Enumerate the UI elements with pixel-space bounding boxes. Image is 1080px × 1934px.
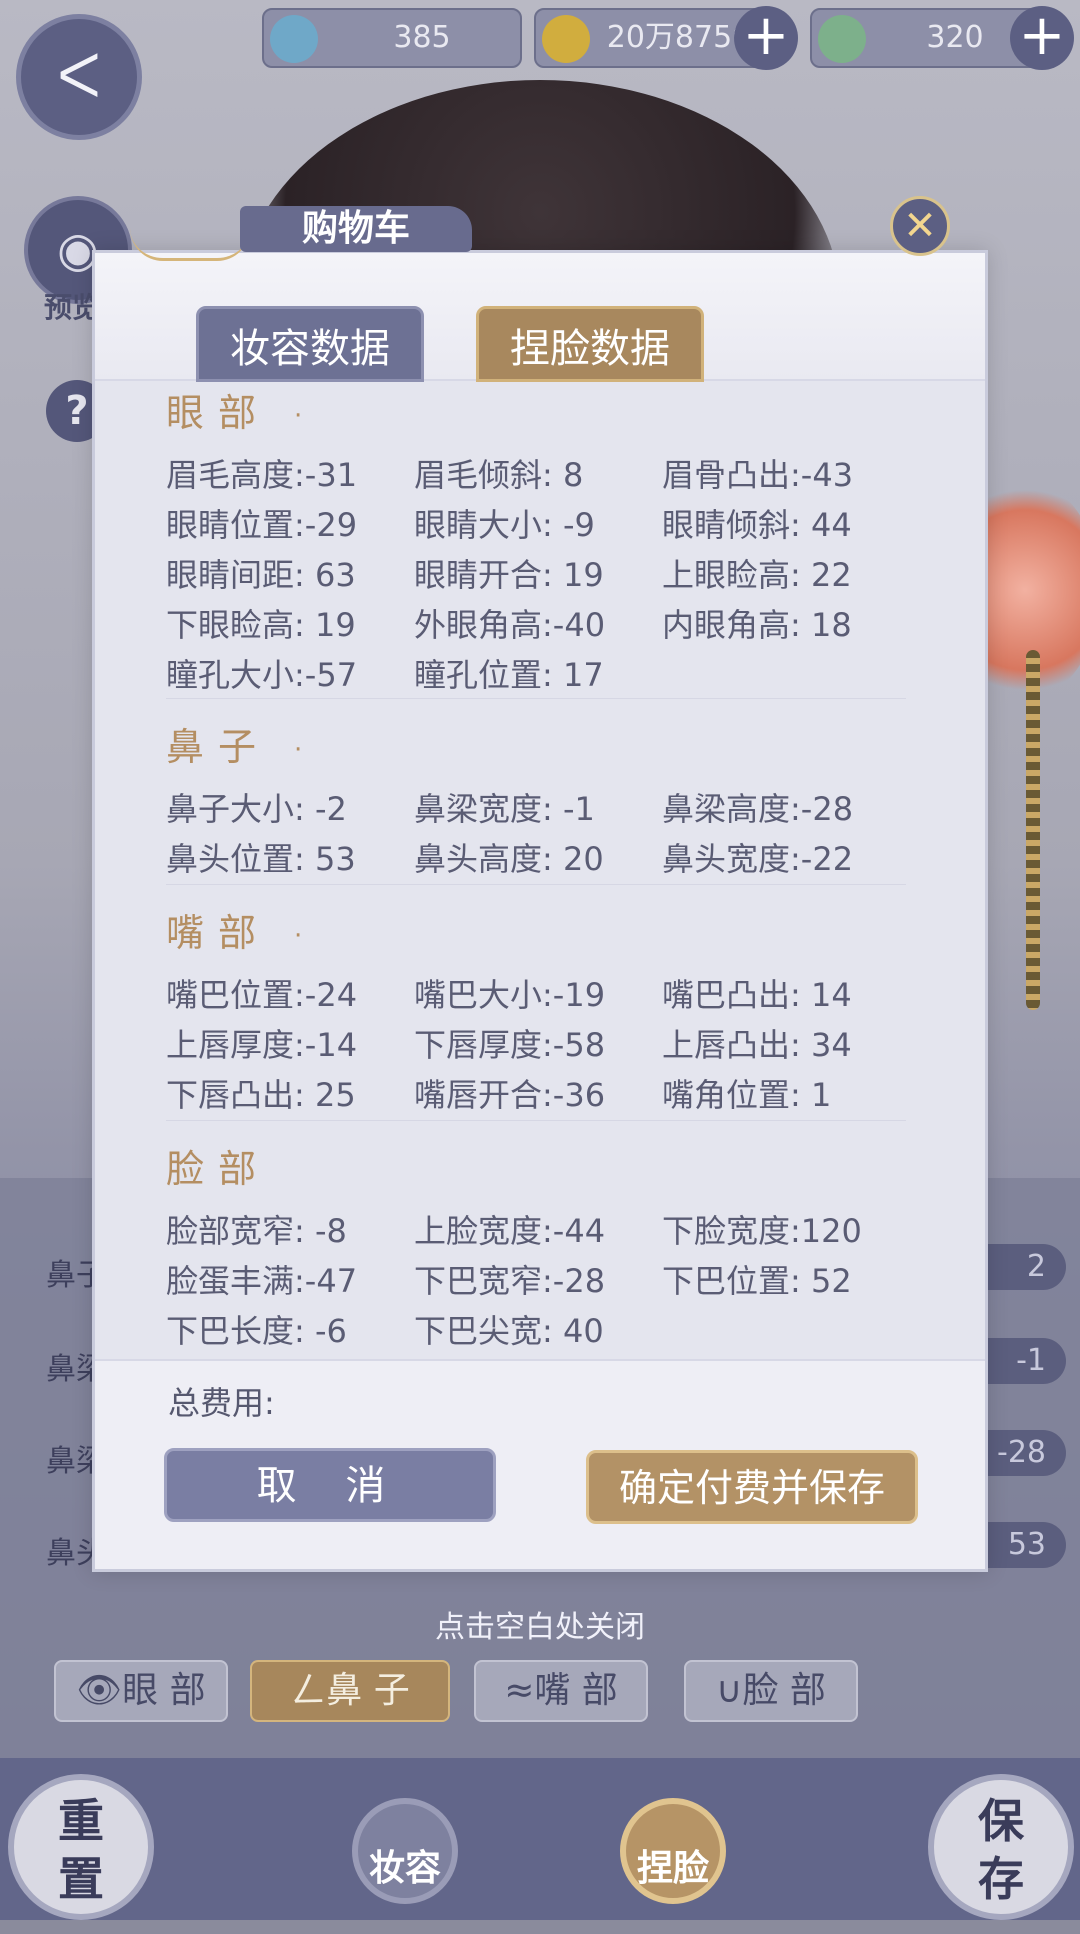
- dialog-title: 购物车: [240, 206, 472, 252]
- section-title: 眼部 ·: [166, 382, 302, 437]
- lips-icon: ≈: [504, 1670, 535, 1711]
- category-mouth-label: 嘴 部: [534, 1670, 618, 1711]
- section-title: 脸部: [166, 1138, 270, 1193]
- title-ornament: [130, 228, 250, 261]
- section-title-text: 嘴部: [166, 911, 271, 955]
- face-param-value: 眉毛倾斜: 8: [414, 456, 584, 494]
- tab-face-data[interactable]: 捏脸数据: [476, 306, 704, 382]
- face-param-value: 嘴唇开合:-36: [414, 1076, 606, 1114]
- face-param-value: 眉毛高度:-31: [166, 456, 358, 494]
- face-param-value: 上唇厚度:-14: [166, 1026, 358, 1064]
- face-mode-button[interactable]: 捏脸: [620, 1798, 726, 1904]
- category-mouth[interactable]: ≈嘴 部: [474, 1660, 648, 1722]
- face-param-value: 嘴巴凸出: 14: [662, 976, 852, 1014]
- add-dragon-button[interactable]: +: [1010, 6, 1074, 70]
- face-param-value: 眼睛倾斜: 44: [662, 506, 852, 544]
- face-param-value: 鼻头高度: 20: [414, 840, 604, 878]
- face-param-value: 瞳孔大小:-57: [166, 656, 358, 694]
- face-param-value: 鼻梁高度:-28: [662, 790, 854, 828]
- face-param-value: 眉骨凸出:-43: [662, 456, 854, 494]
- face-param-value: 脸部宽窄: -8: [166, 1212, 347, 1250]
- cancel-button[interactable]: 取 消: [164, 1448, 496, 1522]
- face-param-value: 鼻子大小: -2: [166, 790, 347, 828]
- section-title: 鼻子 ·: [166, 716, 302, 771]
- confirm-pay-save-button[interactable]: 确定付费并保存: [586, 1450, 918, 1524]
- section-divider: [166, 1120, 906, 1121]
- category-nose[interactable]: ㄥ鼻 子: [250, 1660, 450, 1722]
- face-param-value: 下唇厚度:-58: [414, 1026, 606, 1064]
- back-arrow-icon: ᐸ: [57, 42, 101, 112]
- save-label: 保 存: [978, 1794, 1024, 1906]
- currency-jade: 385: [262, 8, 522, 68]
- section-title: 嘴部 ·: [166, 902, 302, 957]
- face-mode-label: 捏脸: [636, 1848, 709, 1889]
- face-param-value: 瞳孔位置: 17: [414, 656, 604, 694]
- reset-label: 重 置: [58, 1794, 104, 1906]
- face-param-value: 眼睛间距: 63: [166, 556, 356, 594]
- currency-dragon: 320: [810, 8, 1040, 68]
- face-param-value: 鼻头宽度:-22: [662, 840, 854, 878]
- face-param-value: 嘴巴大小:-19: [414, 976, 606, 1014]
- tap-to-close-hint: 点击空白处关闭: [435, 1610, 645, 1645]
- nose-icon: ㄥ: [290, 1670, 327, 1711]
- close-button[interactable]: ✕: [890, 196, 950, 256]
- face-param-value: 外眼角高:-40: [414, 606, 606, 644]
- eye-icon: 👁: [76, 1670, 123, 1711]
- face-param-value: 下巴位置: 52: [662, 1262, 852, 1300]
- makeup-mode-button[interactable]: 妆容: [352, 1798, 458, 1904]
- face-param-value: 下巴尖宽: 40: [414, 1312, 604, 1350]
- reset-button[interactable]: 重 置: [8, 1774, 154, 1920]
- bottom-toolbar: [0, 1758, 1080, 1920]
- section-title-text: 眼部: [166, 391, 271, 435]
- category-face-label: 脸 部: [742, 1670, 826, 1711]
- face-param-value: 嘴巴位置:-24: [166, 976, 358, 1014]
- green-dragon-icon: [818, 15, 866, 63]
- face-outline-icon: ∪: [716, 1670, 743, 1711]
- add-copper-button[interactable]: +: [734, 6, 798, 70]
- face-param-value: 下巴宽窄:-28: [414, 1262, 606, 1300]
- section-divider: [166, 698, 906, 699]
- section-title-dot: ·: [294, 920, 303, 951]
- currency-copper: 20万8750: [534, 8, 764, 68]
- currency-jade-value: 385: [393, 20, 451, 55]
- face-param-value: 眼睛位置:-29: [166, 506, 358, 544]
- face-param-value: 眼睛大小: -9: [414, 506, 595, 544]
- face-param-value: 上眼睑高: 22: [662, 556, 852, 594]
- section-divider: [166, 884, 906, 885]
- section-title-text: 鼻子: [166, 725, 271, 769]
- face-param-value: 上唇凸出: 34: [662, 1026, 852, 1064]
- hair-chain-ornament: [1026, 650, 1040, 1010]
- copper-coin-icon: [542, 15, 590, 63]
- category-eye-label: 眼 部: [122, 1670, 206, 1711]
- section-title-text: 脸部: [166, 1147, 271, 1191]
- face-param-value: 下脸宽度:120: [662, 1212, 862, 1250]
- face-param-value: 下眼睑高: 19: [166, 606, 356, 644]
- face-param-value: 鼻头位置: 53: [166, 840, 356, 878]
- section-title-dot: ·: [294, 400, 303, 431]
- face-param-value: 下唇凸出: 25: [166, 1076, 356, 1114]
- jade-coin-icon: [270, 15, 318, 63]
- save-button[interactable]: 保 存: [928, 1774, 1074, 1920]
- face-param-value: 嘴角位置: 1: [662, 1076, 832, 1114]
- total-cost-label: 总费用:: [168, 1384, 275, 1422]
- face-param-value: 上脸宽度:-44: [414, 1212, 606, 1250]
- back-button[interactable]: ᐸ: [16, 14, 142, 140]
- face-param-value: 眼睛开合: 19: [414, 556, 604, 594]
- face-param-value: 内眼角高: 18: [662, 606, 852, 644]
- category-nose-label: 鼻 子: [326, 1670, 410, 1711]
- tab-makeup-data[interactable]: 妆容数据: [196, 306, 424, 382]
- makeup-mode-label: 妆容: [368, 1848, 441, 1889]
- category-face[interactable]: ∪脸 部: [684, 1660, 858, 1722]
- section-title-dot: ·: [294, 734, 303, 765]
- category-eye[interactable]: 👁眼 部: [54, 1660, 228, 1722]
- face-param-value: 脸蛋丰满:-47: [166, 1262, 358, 1300]
- face-param-value: 鼻梁宽度: -1: [414, 790, 595, 828]
- close-icon: ✕: [903, 203, 937, 249]
- face-param-value: 下巴长度: -6: [166, 1312, 347, 1350]
